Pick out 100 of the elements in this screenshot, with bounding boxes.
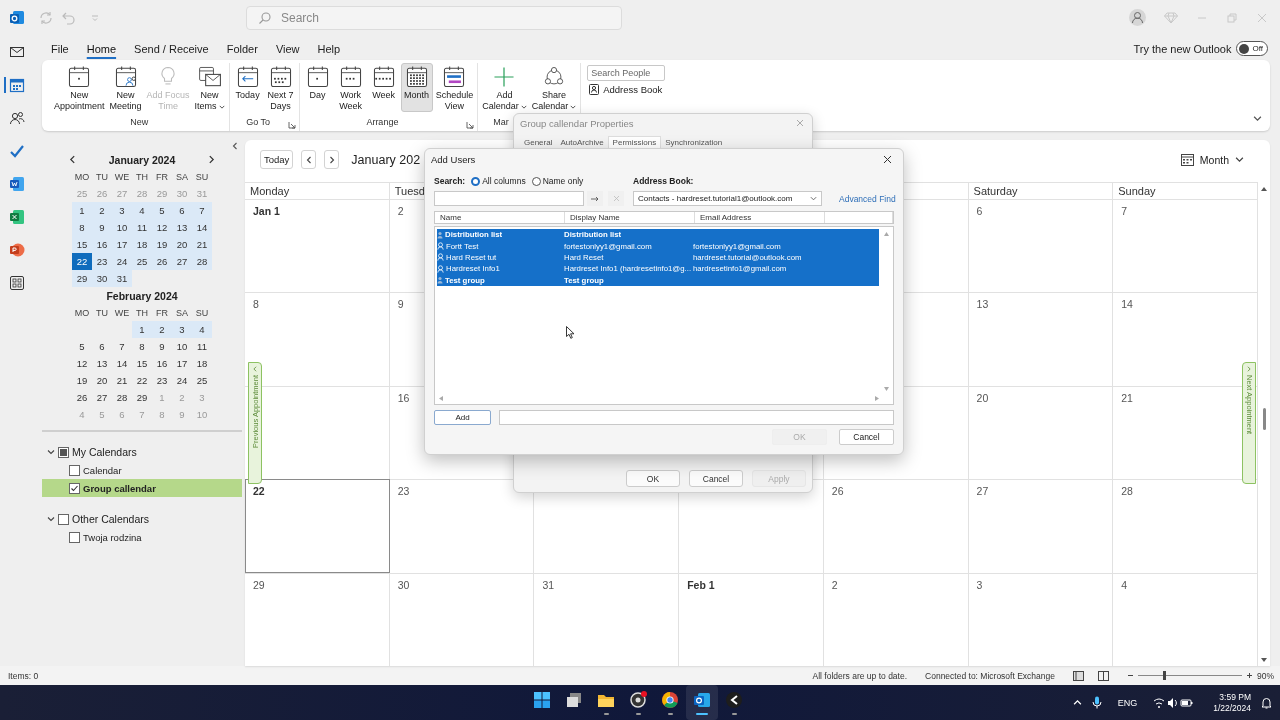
dialog-tab[interactable]: AutoArchive (556, 138, 608, 148)
calendar-icon[interactable] (4, 76, 25, 93)
reading-view-icon[interactable] (1098, 670, 1109, 681)
date-cell[interactable]: 23 (92, 253, 112, 270)
task-view-icon[interactable] (565, 690, 583, 709)
ribbon-button[interactable]: Today (231, 63, 264, 112)
expand-chevron-icon[interactable] (47, 515, 55, 523)
address-book-button[interactable]: Address Book (587, 84, 666, 95)
date-cell[interactable]: 6 (172, 202, 192, 219)
toggle-switch[interactable]: Off (1236, 41, 1268, 56)
date-cell[interactable]: 30 (92, 270, 112, 287)
date-cell[interactable]: 4 (132, 202, 152, 219)
collapse-ribbon-icon[interactable] (1253, 114, 1262, 123)
date-cell[interactable]: 5 (72, 338, 92, 355)
date-cell[interactable]: 1 (72, 202, 92, 219)
date-cell[interactable]: 28 (192, 253, 212, 270)
date-cell[interactable]: 10 (172, 338, 192, 355)
calendar-list-item[interactable]: Twoja rodzina (42, 528, 242, 546)
microphone-icon[interactable] (1091, 696, 1102, 709)
date-cell[interactable]: 21 (112, 372, 132, 389)
folder-group-header[interactable]: Other Calendars (42, 510, 242, 528)
date-cell[interactable]: 7 (112, 338, 132, 355)
next-button[interactable] (324, 150, 340, 169)
dialog-tab[interactable]: Synchronization (661, 138, 727, 148)
date-cell[interactable]: 15 (72, 236, 92, 253)
calendar-list-item[interactable]: Calendar (42, 461, 242, 479)
date-cell[interactable]: 13 (172, 219, 192, 236)
date-cell[interactable]: 18 (192, 355, 212, 372)
ribbon-button[interactable]: Month (400, 63, 433, 112)
menu-tab[interactable]: Help (308, 39, 350, 58)
date-cell[interactable]: 6 (92, 338, 112, 355)
advanced-find-link[interactable]: Advanced Find (839, 193, 896, 204)
ribbon-button[interactable]: Next 7 Days (264, 63, 297, 112)
column-header[interactable]: Display Name (565, 212, 695, 223)
checkbox[interactable] (69, 464, 80, 476)
date-cell[interactable]: 31 (112, 270, 132, 287)
zoom-out-icon[interactable] (1127, 672, 1134, 679)
apps-icon[interactable] (8, 274, 25, 291)
day-cell[interactable]: 22 (245, 479, 390, 573)
ribbon-button[interactable]: Work Week (334, 63, 367, 112)
dialog-button[interactable]: Cancel (839, 429, 894, 445)
expand-chevron-icon[interactable] (47, 448, 55, 456)
date-cell[interactable]: 9 (152, 338, 172, 355)
date-cell[interactable]: 12 (72, 355, 92, 372)
date-cell[interactable]: 23 (152, 372, 172, 389)
clock-date[interactable]: 1/22/2024 (1213, 702, 1251, 714)
calendar-list-item[interactable]: Group callendar (42, 479, 242, 497)
date-cell[interactable]: 3 (172, 321, 192, 338)
checkbox[interactable] (58, 513, 69, 525)
dialog-button[interactable]: Cancel (689, 470, 743, 487)
recording-app-icon[interactable] (629, 690, 647, 709)
date-cell[interactable]: 24 (172, 372, 192, 389)
previous-button[interactable] (301, 150, 317, 169)
date-cell[interactable]: 27 (172, 253, 192, 270)
date-cell[interactable]: 2 (152, 321, 172, 338)
scrollbar[interactable] (438, 395, 882, 402)
day-cell[interactable]: 13 (968, 292, 1114, 386)
day-cell[interactable]: Jan 1 (245, 199, 390, 293)
day-cell[interactable]: 26 (823, 479, 969, 573)
today-button[interactable]: Today (260, 150, 294, 169)
search-input[interactable] (434, 191, 584, 206)
date-cell[interactable]: 20 (172, 236, 192, 253)
add-button[interactable]: Add (434, 410, 491, 425)
day-cell[interactable]: 20 (968, 385, 1114, 480)
date-cell[interactable]: 12 (152, 219, 172, 236)
date-cell[interactable]: 29 (72, 270, 92, 287)
ribbon-button[interactable]: Day (301, 63, 334, 112)
ribbon-button[interactable]: New Meeting (107, 63, 144, 112)
date-cell[interactable]: 21 (192, 236, 212, 253)
people-icon[interactable] (8, 109, 25, 126)
date-cell[interactable]: 8 (72, 219, 92, 236)
zoom-slider-thumb[interactable] (1163, 671, 1166, 680)
menu-tab[interactable]: Folder (217, 39, 267, 58)
folder-group-header[interactable]: My Calendars (42, 443, 242, 461)
date-cell[interactable]: 25 (132, 253, 152, 270)
date-cell[interactable]: 16 (92, 236, 112, 253)
date-cell[interactable]: 11 (132, 219, 152, 236)
date-cell[interactable]: 26 (152, 253, 172, 270)
day-cell[interactable]: 6 (968, 199, 1114, 293)
taskbar-button[interactable] (686, 685, 718, 720)
close-icon[interactable] (883, 154, 892, 164)
ribbon-button[interactable]: Schedule View (433, 63, 476, 112)
ribbon-button[interactable]: New Appointment (52, 63, 107, 112)
start-icon[interactable] (533, 690, 551, 709)
date-cell[interactable]: 18 (132, 236, 152, 253)
date-cell[interactable]: 5 (152, 202, 172, 219)
document-app-icon[interactable] (8, 175, 25, 192)
dialog-launcher-icon[interactable] (287, 121, 296, 129)
date-cell[interactable]: 15 (132, 355, 152, 372)
date-cell[interactable]: 14 (112, 355, 132, 372)
slides-app-icon[interactable] (8, 241, 25, 258)
date-cell[interactable]: 22 (132, 372, 152, 389)
menu-tab[interactable]: File (42, 39, 78, 58)
dialog-button[interactable]: OK (626, 470, 680, 487)
date-cell[interactable]: 16 (152, 355, 172, 372)
date-cell[interactable]: 2 (92, 202, 112, 219)
menu-tab[interactable]: View (266, 39, 309, 58)
date-cell[interactable]: 9 (92, 219, 112, 236)
date-cell[interactable]: 10 (112, 219, 132, 236)
app-icon[interactable] (725, 690, 743, 709)
